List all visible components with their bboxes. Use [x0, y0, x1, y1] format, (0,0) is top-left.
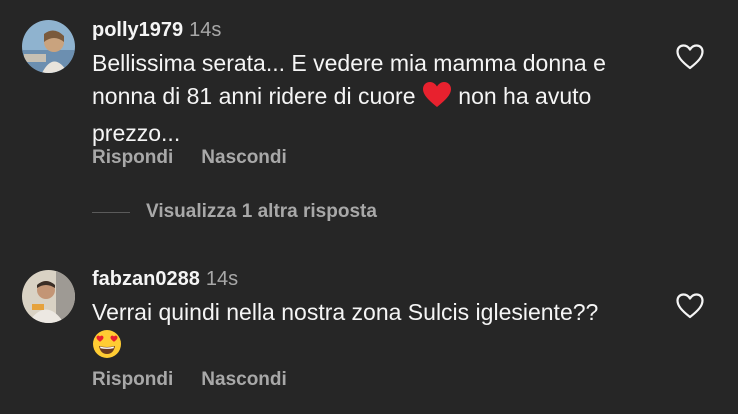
like-heart-icon[interactable] — [676, 293, 704, 319]
username[interactable]: polly1979 — [92, 19, 183, 41]
comment-text-line: nonna di 81 anni ridere di cuore non ha … — [92, 80, 652, 117]
replies-divider — [92, 211, 130, 213]
like-heart-icon[interactable] — [676, 44, 704, 70]
comment-actions: Rispondi Nascondi — [92, 146, 287, 170]
comment-text: Bellissima serata... E vedere mia mamma … — [92, 47, 652, 150]
comment-header: fabzan0288 14s — [92, 267, 238, 291]
view-replies-button[interactable]: Visualizza 1 altra risposta — [92, 199, 377, 225]
avatar-image — [22, 270, 75, 323]
timestamp: 14s — [189, 19, 222, 41]
comment-text-line — [92, 329, 652, 368]
comment-text-segment: nonna di 81 anni ridere di cuore — [92, 83, 416, 109]
red-heart-icon — [422, 81, 452, 117]
view-replies-label: Visualizza 1 altra risposta — [146, 201, 377, 222]
comment-header: polly1979 14s — [92, 18, 221, 42]
comment-text: Verrai quindi nella nostra zona Sulcis i… — [92, 296, 652, 368]
comment-text-line: Bellissima serata... E vedere mia mamma … — [92, 50, 606, 76]
hide-button[interactable]: Nascondi — [201, 368, 287, 392]
comment-actions: Rispondi Nascondi — [92, 368, 287, 392]
username[interactable]: fabzan0288 — [92, 268, 200, 290]
timestamp: 14s — [205, 268, 239, 290]
avatar[interactable] — [22, 270, 75, 323]
avatar-image — [22, 20, 75, 73]
hide-button[interactable]: Nascondi — [201, 146, 287, 170]
comment-text-line: Verrai quindi nella nostra zona Sulcis i… — [92, 299, 599, 325]
heart-eyes-icon — [92, 329, 122, 368]
reply-button[interactable]: Rispondi — [92, 368, 173, 392]
avatar[interactable] — [22, 20, 75, 73]
comment-text-segment: non ha avuto — [458, 83, 592, 109]
reply-button[interactable]: Rispondi — [92, 146, 173, 170]
